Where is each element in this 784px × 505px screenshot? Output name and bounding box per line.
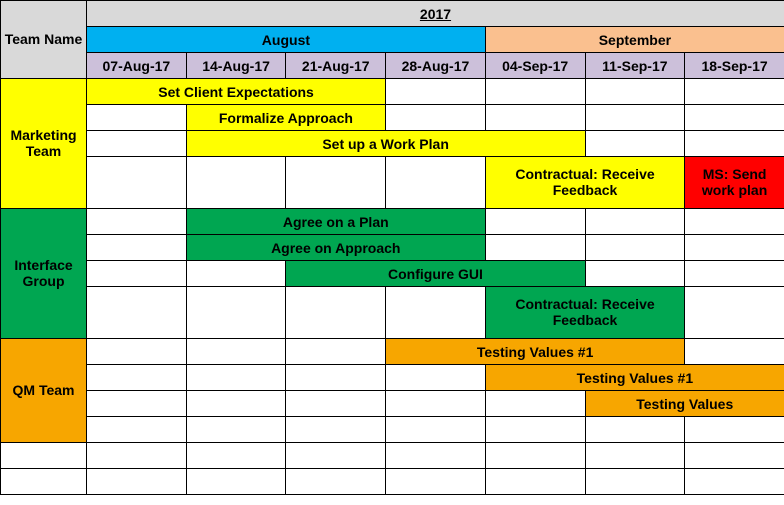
empty-cell bbox=[286, 417, 386, 443]
empty-cell bbox=[286, 443, 386, 469]
empty-cell bbox=[286, 391, 386, 417]
empty-cell bbox=[386, 391, 486, 417]
empty-cell bbox=[87, 469, 187, 495]
empty-cell bbox=[485, 209, 585, 235]
month-september-header: September bbox=[485, 27, 784, 53]
empty-cell bbox=[386, 417, 486, 443]
empty-cell bbox=[685, 79, 784, 105]
team-name-header: Team Name bbox=[1, 1, 87, 79]
empty-cell bbox=[87, 365, 187, 391]
empty-cell bbox=[685, 235, 784, 261]
empty-cell bbox=[87, 391, 187, 417]
empty-cell bbox=[186, 339, 286, 365]
date-header: 07-Aug-17 bbox=[87, 53, 187, 79]
task-bar-formalize: Formalize Approach bbox=[186, 105, 385, 131]
task-bar-set-client: Set Client Expectations bbox=[87, 79, 386, 105]
empty-cell bbox=[685, 339, 784, 365]
empty-cell bbox=[585, 209, 685, 235]
empty-cell bbox=[685, 417, 784, 443]
empty-cell bbox=[585, 469, 685, 495]
team-marketing: Marketing Team bbox=[1, 79, 87, 209]
empty-cell bbox=[685, 131, 784, 157]
empty-cell bbox=[286, 365, 386, 391]
date-header: 21-Aug-17 bbox=[286, 53, 386, 79]
empty-cell bbox=[685, 287, 784, 339]
empty-cell bbox=[87, 339, 187, 365]
date-header: 04-Sep-17 bbox=[485, 53, 585, 79]
empty-cell bbox=[87, 235, 187, 261]
empty-cell bbox=[1, 469, 87, 495]
empty-cell bbox=[186, 391, 286, 417]
empty-cell bbox=[485, 443, 585, 469]
task-bar-configure: Configure GUI bbox=[286, 261, 585, 287]
task-bar-testing3: Testing Values bbox=[585, 391, 784, 417]
empty-cell bbox=[585, 261, 685, 287]
date-header: 18-Sep-17 bbox=[685, 53, 784, 79]
task-bar-if-feedback: Contractual: Receive Feedback bbox=[485, 287, 684, 339]
empty-cell bbox=[87, 261, 187, 287]
empty-cell bbox=[186, 157, 286, 209]
team-qm: QM Team bbox=[1, 339, 87, 443]
task-bar-ms-send: MS: Send work plan bbox=[685, 157, 784, 209]
empty-cell bbox=[87, 287, 187, 339]
empty-cell bbox=[286, 287, 386, 339]
empty-cell bbox=[87, 209, 187, 235]
empty-cell bbox=[186, 261, 286, 287]
task-bar-testing1: Testing Values #1 bbox=[386, 339, 685, 365]
month-august-header: August bbox=[87, 27, 486, 53]
task-bar-agree-approach: Agree on Approach bbox=[186, 235, 485, 261]
empty-cell bbox=[485, 79, 585, 105]
empty-cell bbox=[386, 287, 486, 339]
empty-cell bbox=[186, 443, 286, 469]
empty-cell bbox=[87, 131, 187, 157]
empty-cell bbox=[87, 105, 187, 131]
empty-cell bbox=[685, 443, 784, 469]
empty-cell bbox=[485, 469, 585, 495]
task-bar-feedback: Contractual: Receive Feedback bbox=[485, 157, 684, 209]
empty-cell bbox=[685, 209, 784, 235]
empty-cell bbox=[485, 235, 585, 261]
empty-cell bbox=[386, 79, 486, 105]
empty-cell bbox=[685, 105, 784, 131]
date-header: 11-Sep-17 bbox=[585, 53, 685, 79]
task-bar-testing2: Testing Values #1 bbox=[485, 365, 784, 391]
task-bar-agree-plan: Agree on a Plan bbox=[186, 209, 485, 235]
empty-cell bbox=[585, 235, 685, 261]
empty-cell bbox=[685, 469, 784, 495]
empty-cell bbox=[286, 157, 386, 209]
empty-cell bbox=[585, 417, 685, 443]
date-header: 14-Aug-17 bbox=[186, 53, 286, 79]
empty-cell bbox=[1, 443, 87, 469]
gantt-table: Team Name 2017 August September 07-Aug-1… bbox=[0, 0, 784, 495]
empty-cell bbox=[485, 391, 585, 417]
empty-cell bbox=[87, 157, 187, 209]
year-header: 2017 bbox=[87, 1, 784, 27]
empty-cell bbox=[585, 131, 685, 157]
empty-cell bbox=[386, 365, 486, 391]
empty-cell bbox=[286, 469, 386, 495]
empty-cell bbox=[685, 261, 784, 287]
empty-cell bbox=[186, 417, 286, 443]
empty-cell bbox=[87, 417, 187, 443]
empty-cell bbox=[386, 105, 486, 131]
empty-cell bbox=[485, 417, 585, 443]
empty-cell bbox=[87, 443, 187, 469]
empty-cell bbox=[386, 157, 486, 209]
empty-cell bbox=[485, 105, 585, 131]
date-header: 28-Aug-17 bbox=[386, 53, 486, 79]
empty-cell bbox=[386, 469, 486, 495]
empty-cell bbox=[186, 469, 286, 495]
empty-cell bbox=[585, 443, 685, 469]
task-bar-work-plan: Set up a Work Plan bbox=[186, 131, 585, 157]
empty-cell bbox=[386, 443, 486, 469]
empty-cell bbox=[186, 365, 286, 391]
empty-cell bbox=[585, 79, 685, 105]
empty-cell bbox=[186, 287, 286, 339]
team-interface: Interface Group bbox=[1, 209, 87, 339]
empty-cell bbox=[286, 339, 386, 365]
empty-cell bbox=[585, 105, 685, 131]
